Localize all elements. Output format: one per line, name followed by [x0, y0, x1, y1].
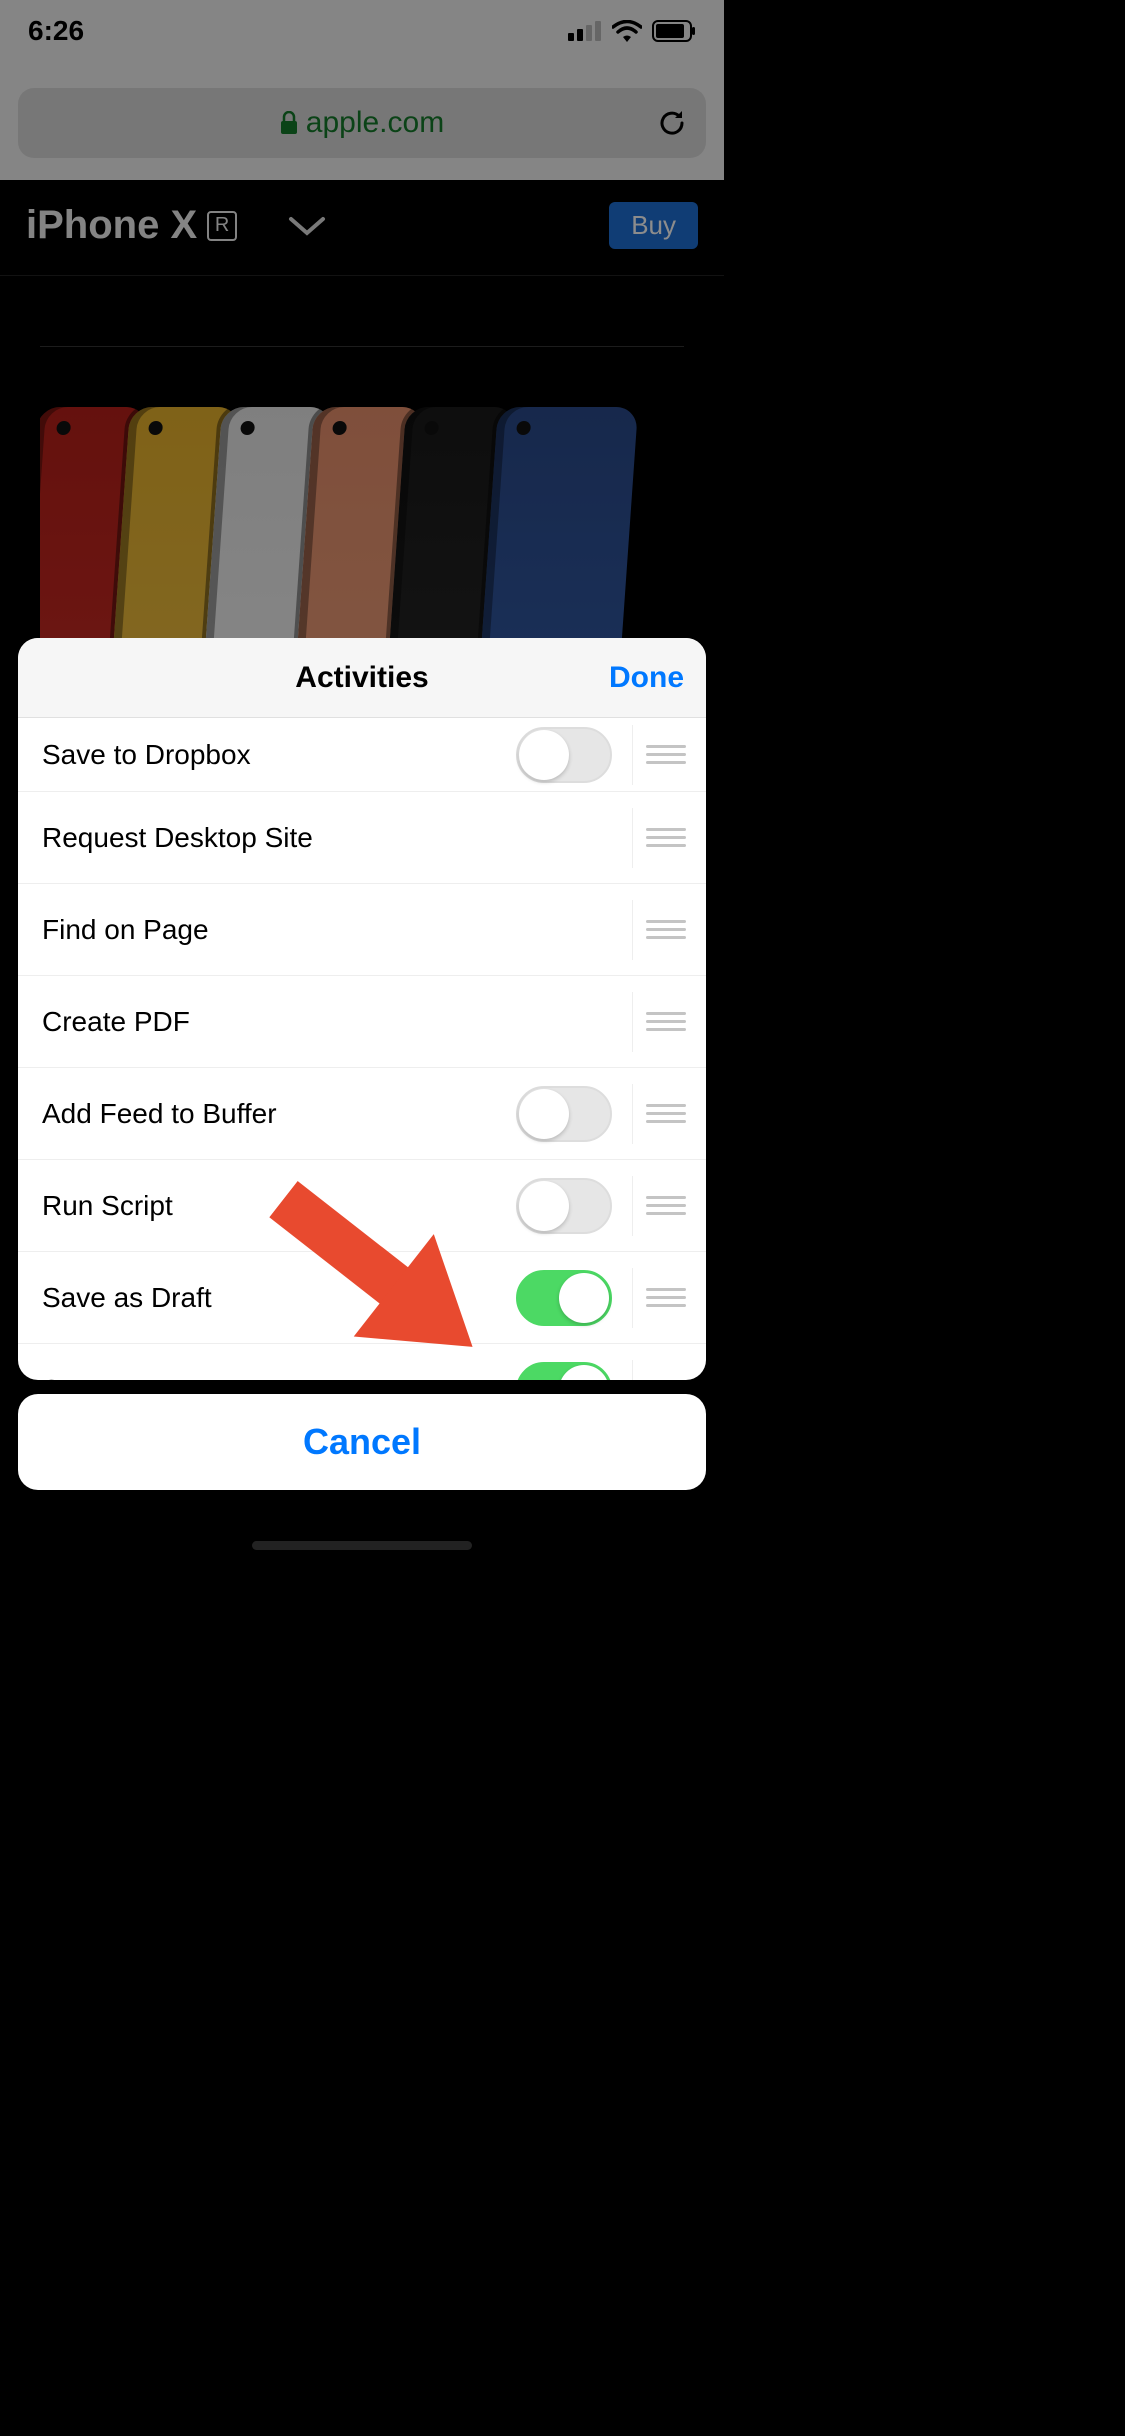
- url-domain: apple.com: [306, 106, 444, 140]
- activity-row[interactable]: Save Images: [18, 1344, 706, 1380]
- done-button[interactable]: Done: [609, 661, 684, 695]
- activity-row[interactable]: Request Desktop Site: [18, 792, 706, 884]
- activity-row[interactable]: Save to Dropbox: [18, 718, 706, 792]
- buy-button[interactable]: Buy: [609, 202, 698, 249]
- address-bar[interactable]: apple.com: [18, 88, 706, 158]
- sheet-title: Activities: [295, 661, 428, 695]
- activity-label: Request Desktop Site: [42, 822, 632, 854]
- activity-label: Save to Dropbox: [42, 739, 516, 771]
- home-indicator[interactable]: [252, 1541, 472, 1550]
- reorder-handle-icon[interactable]: [632, 1084, 682, 1144]
- product-header: iPhone X R Buy: [0, 180, 724, 276]
- battery-icon: [652, 20, 696, 42]
- activity-row[interactable]: Create PDF: [18, 976, 706, 1068]
- r-badge: R: [207, 211, 237, 241]
- activity-row[interactable]: Add Feed to Buffer: [18, 1068, 706, 1160]
- product-name: iPhone X R: [26, 203, 327, 248]
- reorder-handle-icon[interactable]: [632, 992, 682, 1052]
- cancel-button[interactable]: Cancel: [18, 1394, 706, 1490]
- chevron-down-icon[interactable]: [287, 215, 327, 237]
- status-icons: [568, 20, 696, 42]
- reorder-handle-icon[interactable]: [632, 808, 682, 868]
- reorder-handle-icon[interactable]: [632, 1268, 682, 1328]
- activity-label: Add Feed to Buffer: [42, 1098, 516, 1130]
- activity-toggle[interactable]: [516, 1270, 612, 1326]
- browser-toolbar: apple.com: [0, 62, 724, 180]
- wifi-icon: [612, 20, 642, 42]
- cellular-icon: [568, 21, 602, 41]
- status-time: 6:26: [28, 15, 84, 47]
- activity-toggle[interactable]: [516, 727, 612, 783]
- activity-label: Create PDF: [42, 1006, 632, 1038]
- activity-label: Find on Page: [42, 914, 632, 946]
- reorder-handle-icon[interactable]: [632, 1360, 682, 1381]
- url-text: apple.com: [280, 106, 444, 140]
- reload-icon[interactable]: [656, 107, 688, 139]
- sheet-header: Activities Done: [18, 638, 706, 718]
- activity-row[interactable]: Find on Page: [18, 884, 706, 976]
- activity-toggle[interactable]: [516, 1178, 612, 1234]
- reorder-handle-icon[interactable]: [632, 725, 682, 785]
- reorder-handle-icon[interactable]: [632, 900, 682, 960]
- activity-toggle[interactable]: [516, 1086, 612, 1142]
- lock-icon: [280, 111, 298, 135]
- status-bar: 6:26: [0, 0, 724, 62]
- reorder-handle-icon[interactable]: [632, 1176, 682, 1236]
- activity-toggle[interactable]: [516, 1362, 612, 1381]
